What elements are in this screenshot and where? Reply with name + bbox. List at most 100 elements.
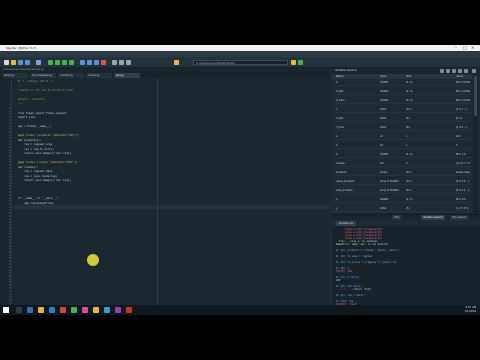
variable-name: Y_test <box>336 117 344 120</box>
variable-value: ['a','b','c','d'] <box>456 162 470 165</box>
variable-value: Min: 1.0 <box>456 153 466 156</box>
working-directory-input[interactable]: C:\Users\user\Desktop\api <box>193 60 288 65</box>
code-line: req = request.data <box>18 170 53 173</box>
variable-value: [5.0 2.0 ...] <box>456 189 470 192</box>
variable-name: x <box>336 198 338 201</box>
chrome-icon[interactable] <box>71 307 77 313</box>
code-line: app = Flask(__name__) <box>18 125 51 128</box>
search-icon[interactable] <box>458 69 462 73</box>
variable-row[interactable]: x float64 (4, 3) Min: 0.0 <box>332 196 472 203</box>
system-clock[interactable]: 9:47 AM 7/1/2019 <box>464 306 476 314</box>
variable-row[interactable]: products Series (10,) Series object of pand… <box>332 169 472 176</box>
app-icon-blue[interactable] <box>104 307 110 313</box>
variable-size: 1 <box>406 144 408 147</box>
remove-all-icon[interactable] <box>452 69 456 73</box>
edge-line <box>157 78 158 305</box>
variable-row[interactable]: Xfloat64 (4, 3) Min: 1.0 <box>332 151 472 158</box>
task-view-icon[interactable] <box>27 307 33 313</box>
ipython-console[interactable]: Console 1/A raise e.with_traceback(tb) r… <box>332 220 480 308</box>
variable-type: float64 <box>380 90 389 93</box>
parent-directory-icon[interactable] <box>298 60 303 65</box>
variable-row[interactable]: X_train float64 (8, 3) Min: 0.0 Max: 9.0 <box>332 97 472 104</box>
console-line: ...: return 'test' <box>336 288 372 291</box>
variable-value: Min: 0.0 Max: 9.0 <box>456 81 470 84</box>
variable-value: [0 1] <box>456 117 462 120</box>
search-taskbar-icon[interactable] <box>16 307 22 313</box>
step-into-icon[interactable] <box>94 60 99 65</box>
browse-directory-icon[interactable] <box>291 60 296 65</box>
line-number-gutter: 1 2 3 4 5 6 7 8 9 10 11 12 13 14 15 16 17 18 19 20 21 22 23 24 2… <box>0 78 14 305</box>
variable-value: Min: 0.0 Max: 8.0 <box>456 90 470 93</box>
print-icon[interactable] <box>36 60 41 65</box>
variable-row[interactable]: Yint64 (10,) [1 0 1 ...] <box>332 106 472 113</box>
variable-type: float64 <box>380 99 389 102</box>
variable-size: 1 <box>406 135 408 138</box>
console-line: In [3]: products = ['shoes','phone','wat… <box>336 249 400 252</box>
app-icon-pink[interactable] <box>82 307 88 313</box>
variable-type: Series <box>380 171 388 174</box>
refresh-icon[interactable] <box>464 69 468 73</box>
app-icon-yellow[interactable] <box>93 307 99 313</box>
windows-taskbar: 9:47 AM 7/1/2019 <box>0 305 480 315</box>
stop-debug-icon[interactable] <box>101 60 106 65</box>
variable-type: float64 <box>380 153 389 156</box>
spyder-window: Spyder (Python 3.7) – □ × FileEditSearch… <box>0 45 480 315</box>
code-line: @app.route('/products',methods=['GET']) <box>18 134 79 137</box>
toolbar: C:\Users\user\Desktop\api <box>0 57 480 68</box>
preferences-icon[interactable] <box>119 60 124 65</box>
variable-row[interactable]: Y_test int64 (2,) [0 1] <box>332 115 472 122</box>
run-icon[interactable] <box>48 60 53 65</box>
variable-size: (8, 3) <box>406 99 413 102</box>
new-file-icon[interactable] <box>4 60 9 65</box>
variable-row[interactable]: name_products array of float64 (10,) [1.0 2… <box>332 178 472 185</box>
maximize-pane-icon[interactable] <box>112 60 117 65</box>
variable-size: 4 <box>406 162 408 165</box>
code-line: @author: Srikanth <box>18 98 45 101</box>
file-explorer-icon[interactable] <box>38 307 44 313</box>
variable-type: array of float64 <box>380 189 399 192</box>
variable-size: (10,) <box>406 171 412 174</box>
run-cell-icon[interactable] <box>55 60 60 65</box>
variable-row[interactable]: Xfloat64 (4, 3) Min: 0.0 Max: 9.0 <box>332 79 472 86</box>
variable-name: a <box>336 135 338 138</box>
code-line: res = json.loads(req) <box>18 174 58 178</box>
spyder-taskbar-icon[interactable] <box>126 307 132 313</box>
import-data-icon[interactable] <box>440 69 444 73</box>
variable-name: products <box>336 171 347 174</box>
variable-row[interactable]: y int64 (5,) [1 2 3 4 5] <box>332 205 472 212</box>
console-tab[interactable]: Console 1/A <box>336 221 357 226</box>
open-folder-icon[interactable] <box>11 60 16 65</box>
windows-start-icon[interactable] <box>3 307 9 313</box>
variable-size: (4, 3) <box>406 198 413 201</box>
variable-value: Min: 0.0 <box>456 198 466 201</box>
variable-type: array of float64 <box>380 180 399 183</box>
variable-size: (8,) <box>406 126 411 129</box>
save-all-icon[interactable] <box>25 60 30 65</box>
save-icon[interactable] <box>18 60 23 65</box>
app-icon-red[interactable] <box>60 307 66 313</box>
code-line: import json <box>18 116 36 119</box>
variable-size: (2, 3) <box>406 90 413 93</box>
variable-row[interactable]: a int 1 100 <box>332 133 472 140</box>
variable-value: [1 0 0 ...] <box>456 126 467 129</box>
variable-size: (5,) <box>406 207 411 210</box>
options-gear-icon[interactable] <box>472 69 476 73</box>
code-editor[interactable]: 1 2 3 4 5 6 7 8 9 10 11 12 13 14 15 16 17 18 19 20 21 22 23 24 2… <box>0 78 330 305</box>
variable-row[interactable]: X_test float64 (2, 3) Min: 0.0 Max: 8.0 <box>332 88 472 95</box>
variable-name: name_products <box>336 180 355 183</box>
run-cell-advance-icon[interactable] <box>62 60 67 65</box>
console-line: In [5]: fx_scores = {'apples':1,'pears':… <box>336 261 397 264</box>
variable-row[interactable]: b int 1 5 <box>332 142 472 149</box>
debug-icon[interactable] <box>80 60 85 65</box>
variable-row[interactable]: classes list 4 ['a','b','c','d'] <box>332 160 472 167</box>
app-icon-purple[interactable] <box>115 307 121 313</box>
save-data-icon[interactable] <box>446 69 450 73</box>
variable-type: int64 <box>380 108 387 111</box>
variable-table-scrollbar[interactable] <box>473 74 478 219</box>
python-path-icon[interactable] <box>126 60 131 65</box>
variable-row[interactable]: Y_train int64 (8,) [1 0 0 ...] <box>332 124 472 131</box>
step-icon[interactable] <box>87 60 92 65</box>
variable-row[interactable]: sale_products array of float64 (10,) [5.0 2… <box>332 187 472 194</box>
edge-browser-icon[interactable] <box>49 307 55 313</box>
run-selection-icon[interactable] <box>69 60 74 65</box>
